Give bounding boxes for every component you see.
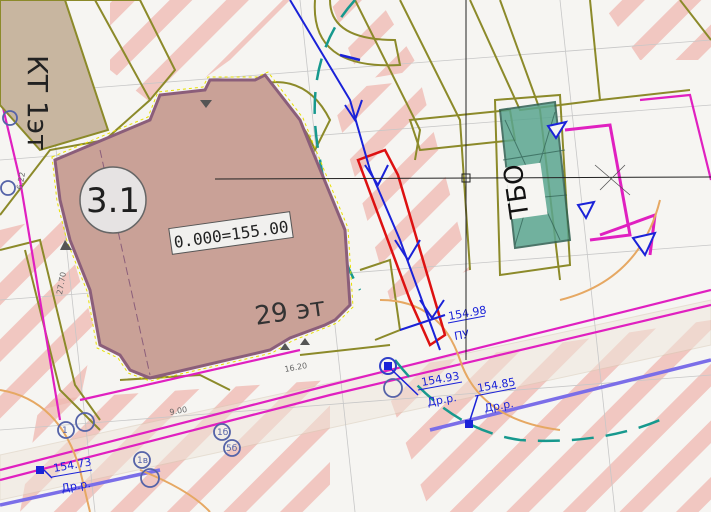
building-number: 3.1: [86, 181, 140, 221]
svg-text:1б: 1б: [217, 428, 229, 438]
svg-text:1: 1: [62, 426, 68, 436]
cad-viewport[interactable]: КТ 1эт 3.1 0.000=155.00 29 эт 27.70 16.2…: [0, 0, 711, 512]
pu-label: ПУ: [453, 328, 470, 343]
svg-text:5б: 5б: [226, 444, 238, 454]
svg-text:1в: 1в: [137, 456, 148, 466]
kt-label: КТ 1эт: [21, 55, 54, 150]
site-plan-drawing[interactable]: КТ 1эт 3.1 0.000=155.00 29 эт 27.70 16.2…: [0, 0, 711, 512]
